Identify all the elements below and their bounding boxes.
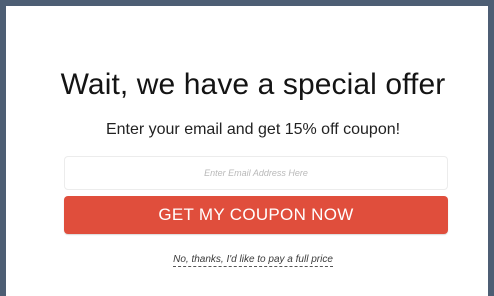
popup-title: Wait, we have a special offer bbox=[60, 68, 446, 101]
decline-link-wrapper: No, thanks, I'd like to pay a full price bbox=[6, 254, 494, 267]
decline-link[interactable]: No, thanks, I'd like to pay a full price bbox=[173, 254, 333, 267]
get-coupon-button[interactable]: GET MY COUPON NOW bbox=[64, 196, 448, 234]
popup-subtitle: Enter your email and get 15% off coupon! bbox=[105, 121, 401, 138]
offer-popup: Wait, we have a special offer Enter your… bbox=[0, 0, 494, 296]
email-field[interactable] bbox=[64, 156, 448, 190]
